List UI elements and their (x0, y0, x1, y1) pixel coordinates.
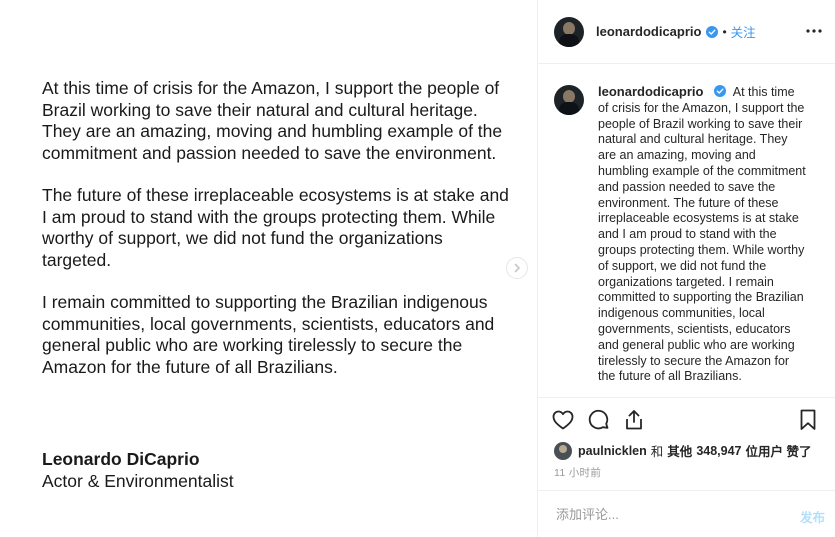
verified-badge-icon (713, 85, 726, 97)
likes-others-label[interactable]: 其他 (667, 441, 692, 460)
statement-text: At this time of crisis for the Amazon, I… (42, 78, 512, 399)
chevron-right-icon (514, 263, 520, 273)
follow-button[interactable]: 关注 (731, 22, 756, 41)
comment-input[interactable] (554, 505, 778, 523)
post-timestamp[interactable]: 11 小时前 (554, 465, 601, 480)
caption-avatar[interactable] (554, 85, 584, 115)
signature-name: Leonardo DiCaprio (42, 449, 200, 469)
caption-username[interactable]: leonardodicaprio (598, 84, 703, 99)
share-icon[interactable] (622, 408, 646, 432)
signature: Leonardo DiCaprio Actor & Environmentali… (42, 449, 234, 492)
likes-suffix: 位用户 赞了 (745, 445, 812, 459)
add-comment-bar: 发布 (538, 490, 835, 537)
bookmark-icon[interactable] (796, 408, 820, 432)
more-options-button[interactable] (805, 22, 823, 40)
header-username[interactable]: leonardodicaprio (596, 24, 701, 39)
post-comment-button[interactable]: 发布 (800, 507, 825, 526)
post-image: At this time of crisis for the Amazon, I… (0, 0, 538, 537)
likes-connector: 和 (650, 445, 664, 459)
likes-summary: paulnicklen 和 其他 348,947 位用户 赞了 (554, 441, 811, 460)
post-sidebar: leonardodicaprio • 关注 leonardodicaprio A… (538, 0, 835, 537)
header-user-info: leonardodicaprio • 关注 (596, 22, 756, 41)
post-container: At this time of crisis for the Amazon, I… (0, 0, 835, 537)
caption: leonardodicaprio At this time of crisis … (538, 64, 835, 385)
verified-badge-icon (706, 25, 719, 38)
separator-dot: • (722, 24, 727, 39)
likes-count[interactable]: 348,947 (696, 444, 741, 458)
heart-icon[interactable] (551, 408, 575, 432)
signature-title: Actor & Environmentalist (42, 470, 234, 491)
liker-username[interactable]: paulnicklen (578, 444, 647, 458)
more-options-icon (806, 29, 822, 33)
statement-paragraph-1: At this time of crisis for the Amazon, I… (42, 78, 503, 163)
post-header: leonardodicaprio • 关注 (538, 0, 835, 64)
caption-text: At this time of crisis for the Amazon, I… (598, 85, 806, 384)
statement-paragraph-3: I remain committed to supporting the Bra… (42, 292, 495, 377)
liker-avatar[interactable] (554, 441, 572, 460)
action-bar (538, 398, 835, 440)
comment-bubble-icon[interactable] (587, 408, 611, 432)
next-image-button[interactable] (506, 257, 528, 279)
avatar[interactable] (554, 16, 584, 47)
statement-paragraph-2: The future of these irreplaceable ecosys… (42, 185, 509, 270)
caption-body: leonardodicaprio At this time of crisis … (598, 84, 808, 385)
comments-area[interactable]: leonardodicaprio At this time of crisis … (538, 64, 835, 398)
